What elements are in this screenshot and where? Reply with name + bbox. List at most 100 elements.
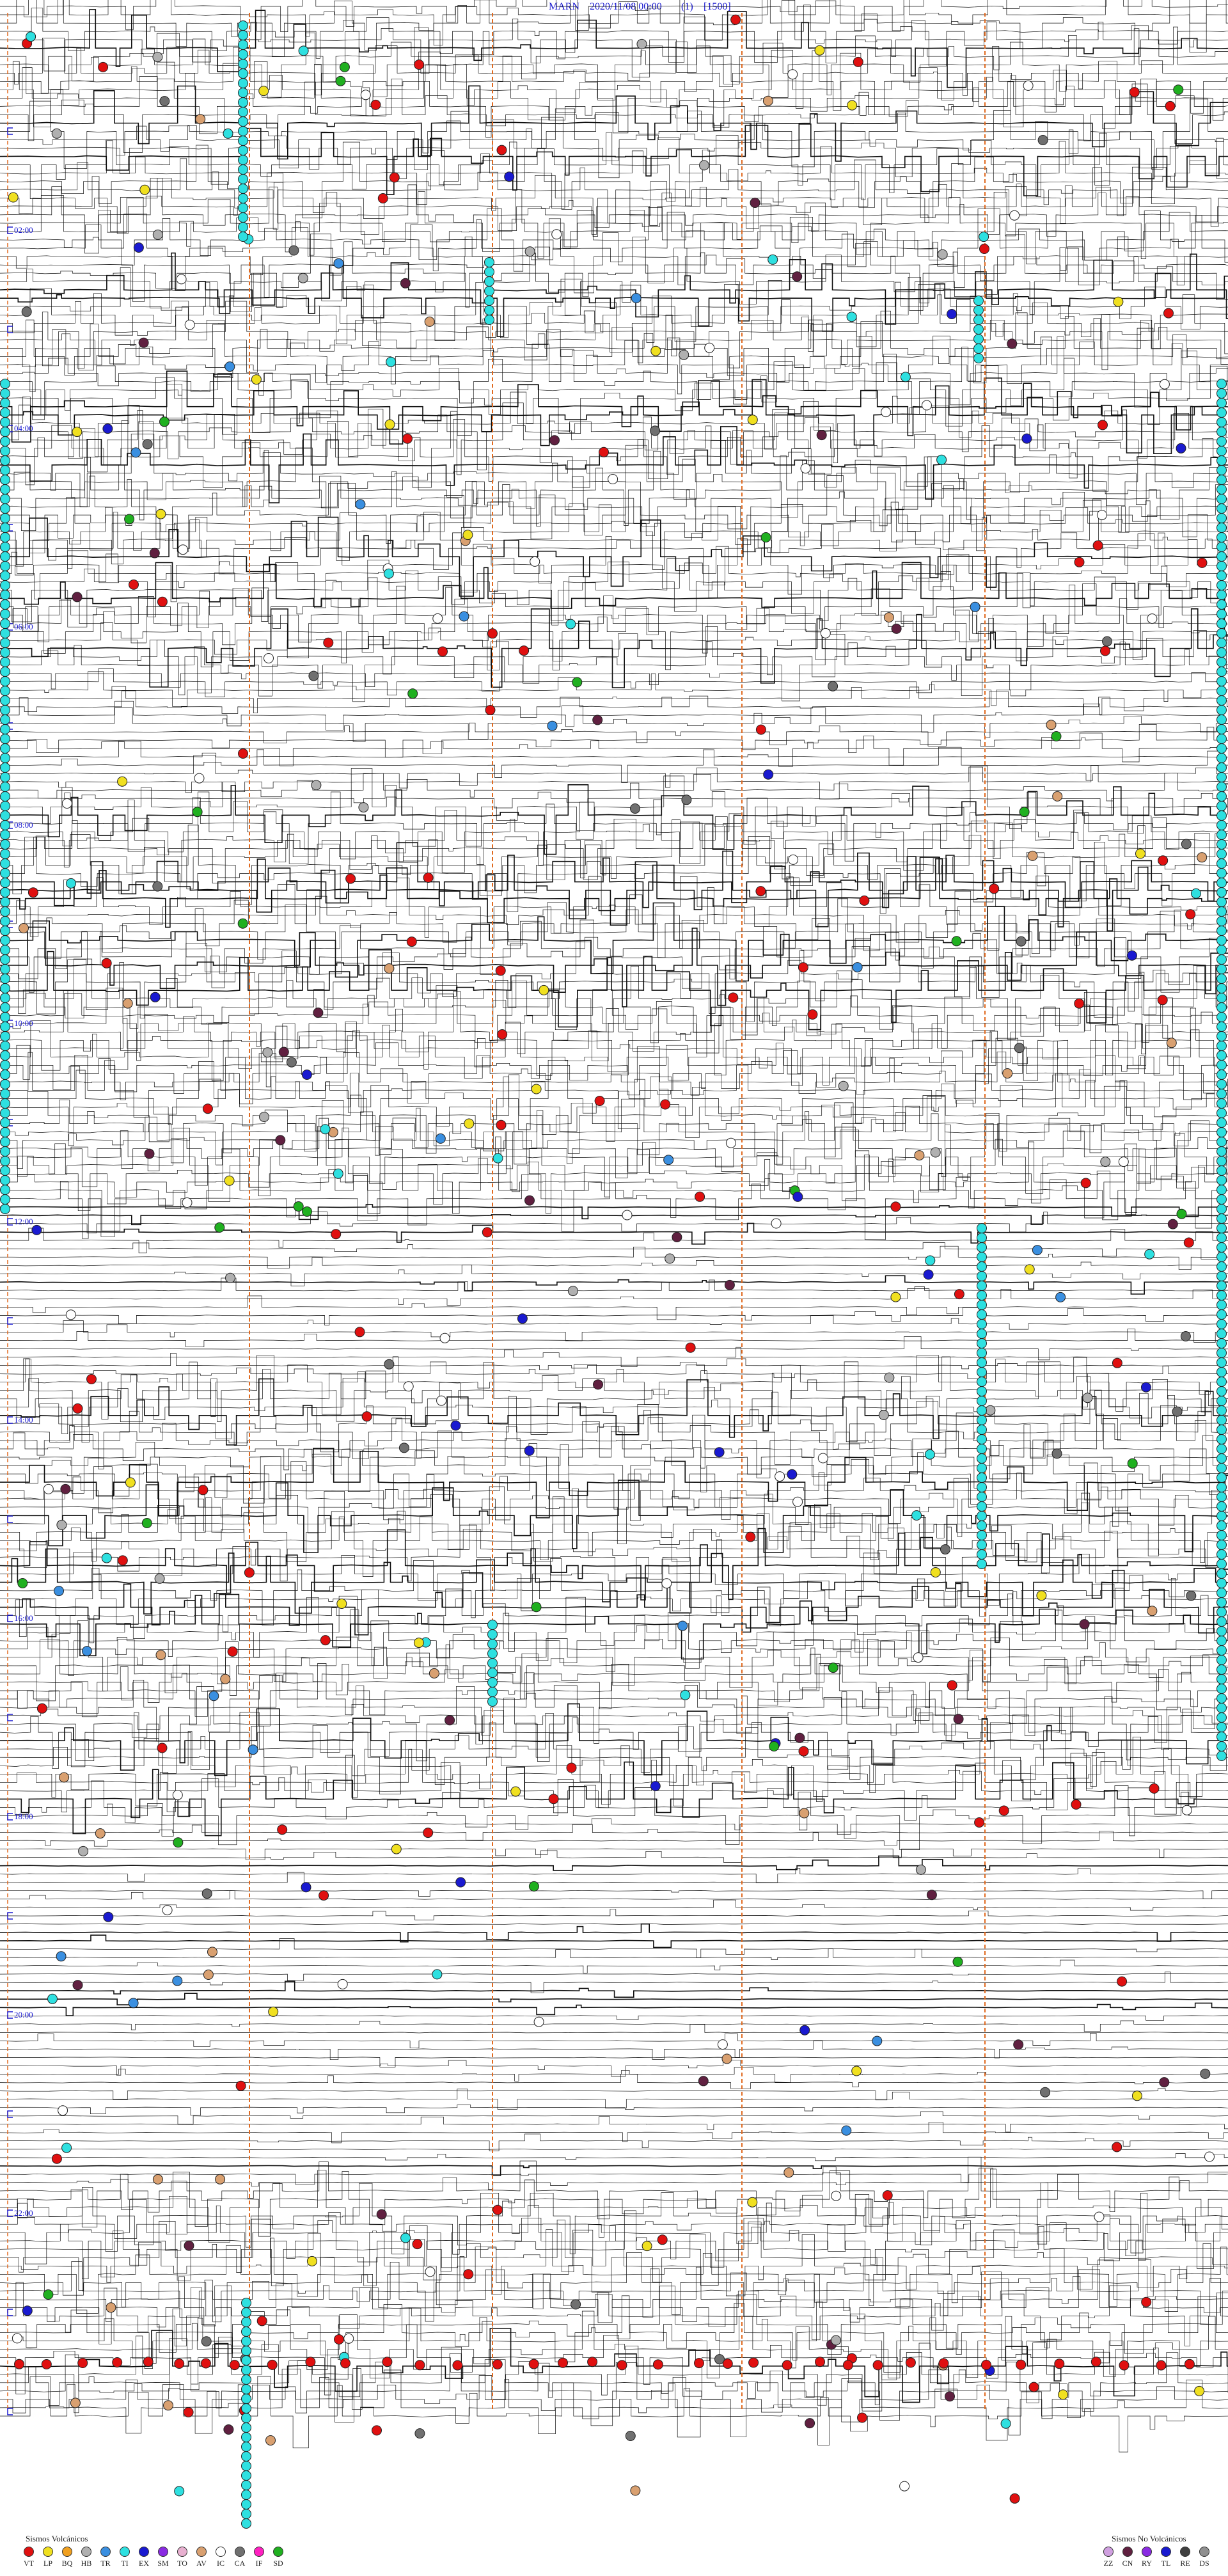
event-marker xyxy=(940,1544,950,1555)
tremor-marker xyxy=(1216,513,1227,523)
event-marker xyxy=(176,274,187,285)
tremor-marker xyxy=(241,2394,251,2404)
tremor-marker xyxy=(1216,926,1227,936)
event-marker xyxy=(435,1133,446,1144)
tremor-marker xyxy=(1216,887,1227,897)
trace-line xyxy=(0,1528,1228,1600)
event-marker xyxy=(1147,613,1158,624)
legend-item-av: AV xyxy=(191,2547,212,2568)
event-marker xyxy=(244,1567,255,1578)
tremor-marker xyxy=(1216,724,1227,734)
tremor-marker xyxy=(0,647,10,658)
legend-item-ry: RY xyxy=(1136,2547,1158,2568)
event-marker xyxy=(1156,2360,1167,2371)
trace-line xyxy=(0,1712,1228,1782)
event-marker xyxy=(235,2080,246,2091)
tremor-marker xyxy=(1216,1588,1227,1598)
tremor-marker xyxy=(1216,1223,1227,1233)
event-marker xyxy=(1163,308,1174,319)
tremor-marker xyxy=(1216,1166,1227,1176)
event-marker xyxy=(320,1124,331,1135)
event-marker xyxy=(354,1327,365,1338)
tremor-marker xyxy=(0,542,10,552)
tremor-marker xyxy=(977,1473,987,1483)
trace-line xyxy=(0,302,1228,373)
event-marker xyxy=(248,1744,258,1755)
tremor-marker xyxy=(241,2298,251,2308)
event-marker xyxy=(881,407,892,418)
tremor-marker xyxy=(1216,1367,1227,1377)
event-marker xyxy=(852,962,863,973)
event-marker xyxy=(361,1411,372,1422)
trace-line xyxy=(0,1686,1228,1762)
tremor-marker xyxy=(1216,686,1227,696)
tremor-marker xyxy=(484,305,494,315)
event-marker xyxy=(251,374,262,385)
trace-line xyxy=(0,2116,1228,2133)
tremor-marker xyxy=(0,1137,10,1147)
tremor-marker xyxy=(1216,1031,1227,1041)
tremor-marker xyxy=(1216,772,1227,782)
trace-line xyxy=(0,26,1228,100)
event-marker xyxy=(462,530,473,541)
event-marker xyxy=(122,998,133,1009)
event-marker xyxy=(141,1518,152,1528)
tremor-marker xyxy=(0,676,10,686)
trace-line xyxy=(0,1347,1228,1367)
tremor-marker xyxy=(977,1233,987,1243)
trace-line xyxy=(0,178,1228,254)
trace-line xyxy=(0,99,1228,170)
event-marker xyxy=(28,887,38,898)
event-markers xyxy=(0,14,1227,2529)
tremor-marker xyxy=(1216,1425,1227,1435)
event-marker xyxy=(519,645,530,656)
trace-line xyxy=(0,1650,1228,1718)
event-marker xyxy=(725,1137,736,1148)
tremor-marker xyxy=(241,2384,251,2394)
event-marker xyxy=(1007,338,1018,349)
trace-line xyxy=(0,344,1228,420)
event-marker xyxy=(750,198,760,208)
event-marker xyxy=(617,2360,627,2371)
event-marker xyxy=(464,1118,475,1129)
tremor-marker xyxy=(1216,1233,1227,1243)
hour-tick xyxy=(7,1813,13,1821)
event-marker xyxy=(524,1195,535,1206)
tremor-marker xyxy=(1216,791,1227,802)
hour-label: 14:00 xyxy=(14,1415,33,1425)
event-marker xyxy=(258,86,269,97)
tremor-marker xyxy=(1216,407,1227,418)
tremor-marker xyxy=(0,657,10,667)
tremor-marker xyxy=(238,174,248,184)
hour-tick xyxy=(7,2309,13,2316)
tremor-marker xyxy=(0,417,10,427)
event-marker xyxy=(998,1805,1009,1816)
tremor-marker xyxy=(1216,705,1227,715)
event-marker xyxy=(799,1808,810,1819)
trace-line xyxy=(0,276,1228,352)
tremor-marker xyxy=(238,145,248,155)
legend-item-zz: ZZ xyxy=(1098,2547,1119,2568)
tremor-marker xyxy=(1216,820,1227,830)
event-marker xyxy=(722,2359,733,2369)
tremor-marker xyxy=(1216,1732,1227,1742)
event-marker xyxy=(14,2359,24,2369)
event-marker xyxy=(439,1332,450,1343)
event-marker xyxy=(51,128,62,139)
event-marker xyxy=(1147,1606,1158,1616)
event-marker xyxy=(938,2358,949,2369)
event-marker xyxy=(528,2359,539,2369)
tremor-marker xyxy=(1216,1511,1227,1521)
tremor-marker xyxy=(1216,1118,1227,1128)
event-marker xyxy=(26,31,36,42)
event-marker xyxy=(138,337,149,348)
event-marker xyxy=(383,568,394,579)
event-marker xyxy=(98,61,109,72)
event-marker xyxy=(661,1578,672,1589)
event-marker xyxy=(814,45,825,56)
tremor-marker xyxy=(0,763,10,773)
trace-line xyxy=(0,2033,1228,2049)
tremor-marker xyxy=(1216,1616,1227,1627)
event-marker xyxy=(22,2305,33,2316)
tremor-marker xyxy=(0,427,10,437)
